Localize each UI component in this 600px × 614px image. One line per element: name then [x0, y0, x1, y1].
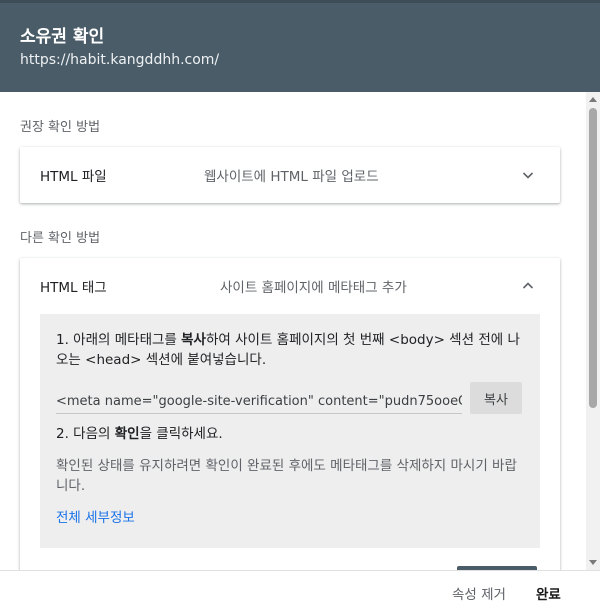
content-scrollbar[interactable] — [586, 92, 600, 570]
dialog-content: 권장 확인 방법 HTML 파일 웹사이트에 HTML 파일 업로드 다른 확인… — [0, 92, 586, 570]
scroll-thumb[interactable] — [589, 108, 597, 408]
scroll-down-arrow-icon[interactable] — [589, 560, 597, 565]
method-card-html-file[interactable]: HTML 파일 웹사이트에 HTML 파일 업로드 — [20, 147, 560, 203]
method-description: 웹사이트에 HTML 파일 업로드 — [204, 169, 379, 185]
remove-property-button[interactable]: 속성 제거 — [446, 579, 512, 607]
dialog-header: 소유권 확인 https://habit.kangddhh.com/ — [0, 0, 600, 92]
html-tag-instructions: 1. 아래의 메타태그를 복사하여 사이트 홈페이지의 첫 번째 <body> … — [40, 314, 540, 548]
chevron-up-icon[interactable] — [520, 278, 536, 294]
full-details-link[interactable]: 전체 세부정보 — [56, 508, 524, 528]
method-description: 사이트 홈페이지에 메타태그 추가 — [220, 280, 407, 296]
chevron-down-icon[interactable] — [520, 167, 536, 183]
method-name: HTML 태그 — [40, 280, 107, 296]
meta-tag-row: 복사 — [56, 382, 524, 414]
method-header-html-tag[interactable]: HTML 태그 사이트 홈페이지에 메타태그 추가 — [20, 258, 560, 314]
step-2-text: 2. 다음의 확인을 클릭하세요. — [56, 426, 223, 442]
scroll-up-arrow-icon[interactable] — [589, 97, 597, 102]
method-card-html-tag: HTML 태그 사이트 홈페이지에 메타태그 추가 1. 아래의 메타태그를 복… — [20, 258, 560, 570]
recommended-methods-label: 권장 확인 방법 — [20, 120, 101, 135]
done-button[interactable]: 완료 — [530, 579, 567, 607]
copy-button[interactable]: 복사 — [470, 382, 522, 414]
method-name: HTML 파일 — [40, 169, 107, 185]
method-header-html-file[interactable]: HTML 파일 웹사이트에 HTML 파일 업로드 — [20, 147, 560, 203]
dialog-footer: 속성 제거 완료 — [0, 570, 600, 614]
step-1-text: 1. 아래의 메타태그를 복사하여 사이트 홈페이지의 첫 번째 <body> … — [56, 332, 520, 368]
retain-note: 확인된 상태를 유지하려면 확인이 완료된 후에도 메타태그를 삭제하지 마시기… — [56, 458, 517, 494]
dialog-title: 소유권 확인 — [20, 27, 105, 47]
header-top-strip — [0, 0, 600, 3]
other-methods-label: 다른 확인 방법 — [20, 231, 101, 246]
meta-tag-field[interactable] — [56, 382, 462, 414]
property-url: https://habit.kangddhh.com/ — [20, 52, 220, 68]
